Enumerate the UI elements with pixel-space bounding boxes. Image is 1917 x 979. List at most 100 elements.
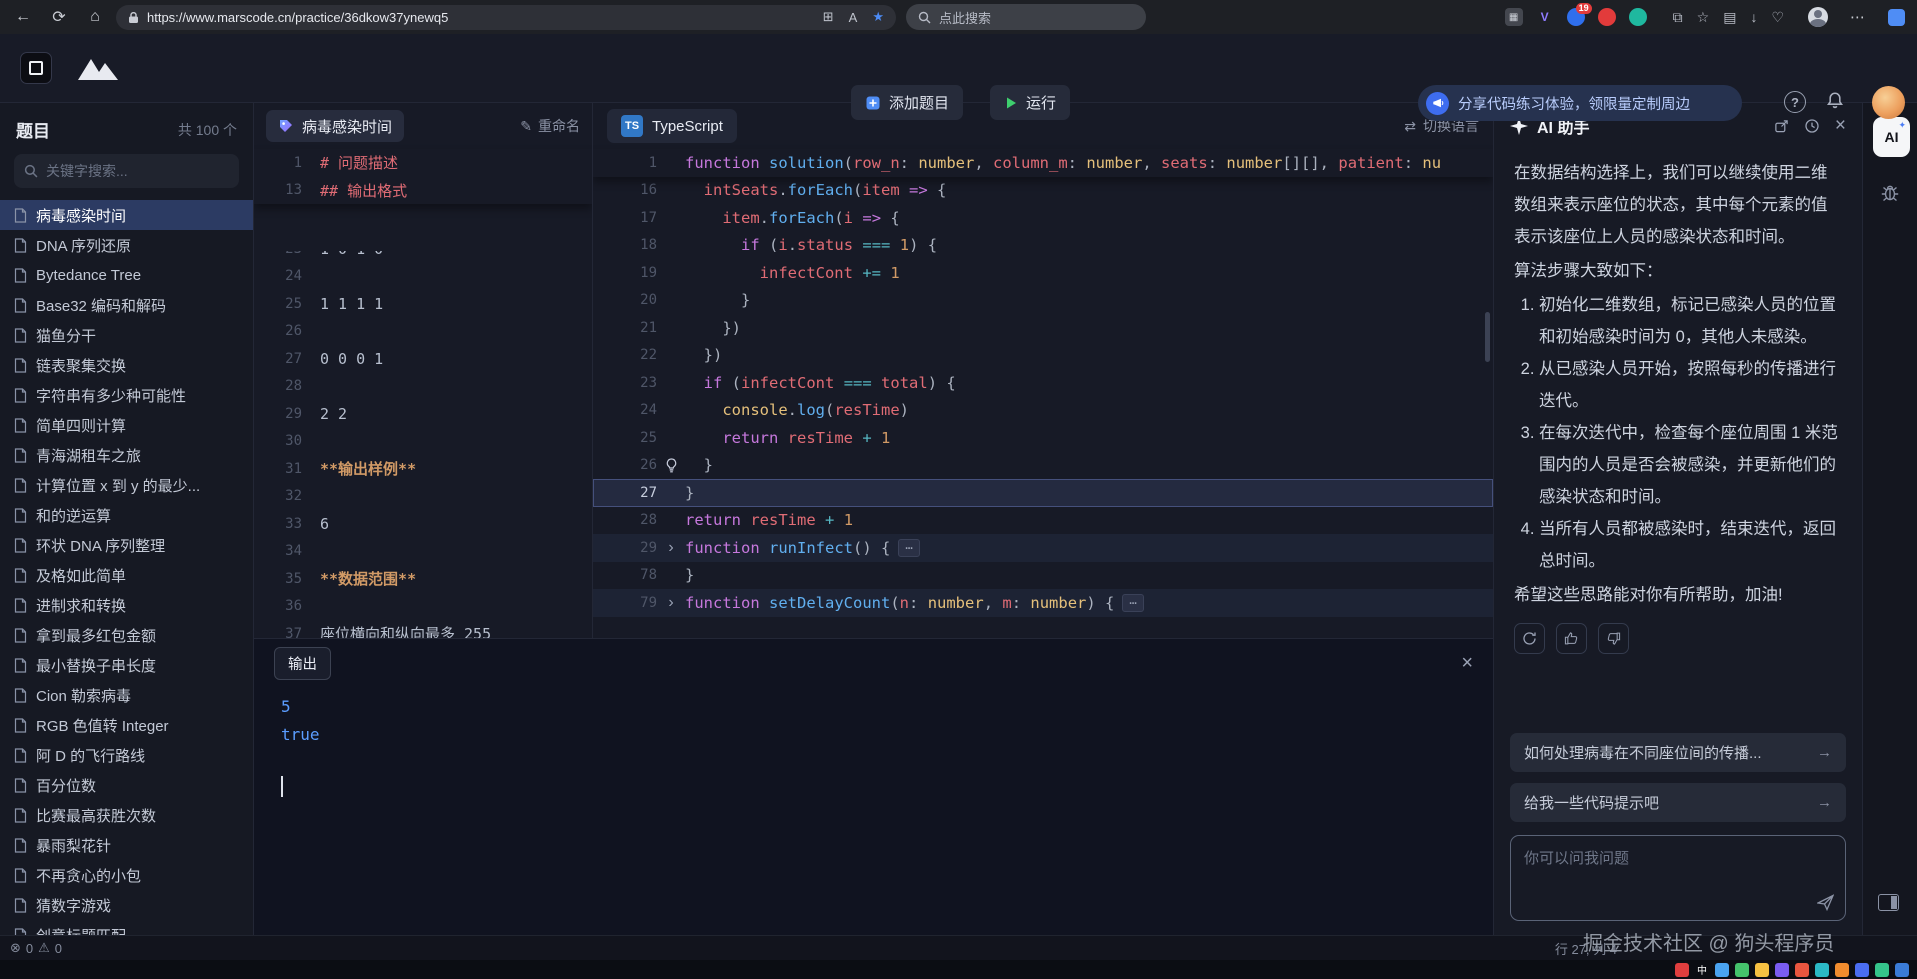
code-line[interactable]: 27} (593, 479, 1493, 507)
sidebar-item[interactable]: 百分位数 (0, 770, 253, 800)
sidebar-item[interactable]: 计算位置 x 到 y 的最少... (0, 470, 253, 500)
code-line[interactable]: 23 if (infectCont === total) { (593, 369, 1493, 397)
sidebar-item[interactable]: 创意标题匹配 (0, 920, 253, 935)
code-line[interactable]: 22 }) (593, 342, 1493, 370)
problem-title-chip[interactable]: 病毒感染时间 (266, 110, 404, 142)
code-line[interactable]: 21 }) (593, 314, 1493, 342)
sidebar-item[interactable]: 病毒感染时间 (0, 200, 253, 230)
thumbs-down-icon[interactable] (1598, 623, 1629, 654)
extension-tile-icon[interactable]: ▦ (1505, 8, 1523, 26)
tray-app-1[interactable] (1715, 963, 1729, 977)
problems-indicator[interactable]: ⊗ 0 ⚠ 0 (10, 940, 62, 956)
search-input[interactable]: 关键字搜索... (14, 154, 239, 188)
ai-suggestion-chip[interactable]: 给我一些代码提示吧→ (1510, 783, 1846, 822)
ai-suggestion-chip[interactable]: 如何处理病毒在不同座位间的传播...→ (1510, 733, 1846, 772)
sidebar-item[interactable]: Bytedance Tree (0, 260, 253, 290)
output-content[interactable]: 5true (254, 687, 1493, 797)
toggle-panel-icon[interactable] (1878, 894, 1899, 911)
sidebar-item[interactable]: 青海湖租车之旅 (0, 440, 253, 470)
read-aloud-icon[interactable]: A (849, 10, 858, 25)
tray-app-4[interactable] (1775, 963, 1789, 977)
tray-app-2[interactable] (1735, 963, 1749, 977)
refresh-icon[interactable]: ⟳ (48, 7, 70, 27)
sidebar-item[interactable]: Cion 勒索病毒 (0, 680, 253, 710)
promo-banner[interactable]: 分享代码练习体验，领限量定制周边 (1418, 85, 1742, 121)
regenerate-icon[interactable] (1514, 623, 1545, 654)
add-question-button[interactable]: 添加题目 (851, 85, 963, 120)
sidebar-item[interactable]: 猜数字游戏 (0, 890, 253, 920)
code-line[interactable]: 18 if (i.status === 1) { (593, 232, 1493, 260)
sidebar-item[interactable]: 不再贪心的小包 (0, 860, 253, 890)
export-chat-icon[interactable] (1774, 119, 1789, 134)
marscode-logo-icon[interactable] (76, 56, 122, 82)
sidebar-item[interactable]: 字符串有多少种可能性 (0, 380, 253, 410)
extension-badge-icon[interactable]: 19 (1567, 8, 1585, 26)
sidebar-item[interactable]: 进制求和转换 (0, 590, 253, 620)
run-button[interactable]: 运行 (990, 85, 1070, 120)
sidebar-item[interactable]: 环状 DNA 序列整理 (0, 530, 253, 560)
sidebar-item[interactable]: DNA 序列还原 (0, 230, 253, 260)
ai-assistant-button[interactable]: AI ✦ (1873, 117, 1910, 157)
sidebar-item[interactable]: 拿到最多红包金额 (0, 620, 253, 650)
tab-typescript[interactable]: TS TypeScript (607, 109, 737, 143)
code-line[interactable]: 20 } (593, 287, 1493, 315)
sidebar-item[interactable]: 阿 D 的飞行路线 (0, 740, 253, 770)
sidebar-item[interactable]: 最小替换子串长度 (0, 650, 253, 680)
apps-grid-icon[interactable]: ⊞ (823, 9, 834, 25)
tray-app-5[interactable] (1795, 963, 1809, 977)
tray-app-3[interactable] (1755, 963, 1769, 977)
problem-editor[interactable]: 231 0 1 024251 1 1 126270 0 0 128292 230… (254, 251, 592, 638)
favorite-star-icon[interactable]: ★ (872, 9, 884, 25)
extension-teal-icon[interactable] (1629, 8, 1647, 26)
ime-indicator[interactable]: 中 (1695, 963, 1709, 977)
sidebar-item[interactable]: 及格如此简单 (0, 560, 253, 590)
app-logo-icon[interactable] (20, 52, 52, 84)
split-screen-icon[interactable]: ⧉ (1673, 9, 1683, 26)
send-icon[interactable] (1817, 894, 1834, 911)
browser-profile-avatar[interactable] (1808, 7, 1828, 27)
sidebar-item[interactable]: Base32 编码和解码 (0, 290, 253, 320)
tray-app-6[interactable] (1815, 963, 1829, 977)
browser-sidebar-icon[interactable] (1888, 9, 1905, 26)
back-icon[interactable]: ← (12, 8, 34, 26)
help-icon[interactable]: ? (1784, 91, 1806, 113)
sidebar-item[interactable]: 链表聚集交换 (0, 350, 253, 380)
browser-menu-icon[interactable]: ⋯ (1850, 8, 1866, 26)
sidebar-item[interactable]: RGB 色值转 Integer (0, 710, 253, 740)
code-line[interactable]: 16 intSeats.forEach(item => { (593, 177, 1493, 205)
close-output-icon[interactable]: × (1461, 652, 1473, 675)
browser-essentials-icon[interactable]: ♡ (1771, 9, 1784, 26)
code-line[interactable]: 28return resTime + 1 (593, 507, 1493, 535)
scrollbar-thumb[interactable] (1485, 312, 1490, 362)
close-ai-icon[interactable]: × (1835, 115, 1846, 137)
sidebar-item[interactable]: 猫鱼分干 (0, 320, 253, 350)
tray-app-7[interactable] (1835, 963, 1849, 977)
sidebar-item[interactable]: 暴雨梨花针 (0, 830, 253, 860)
code-line[interactable]: 17 item.forEach(i => { (593, 204, 1493, 232)
debug-bug-icon[interactable] (1880, 183, 1900, 203)
tray-red-app[interactable] (1675, 963, 1689, 977)
code-line[interactable]: 25 return resTime + 1 (593, 424, 1493, 452)
history-icon[interactable] (1804, 118, 1820, 134)
rename-button[interactable]: ✎ 重命名 (520, 116, 580, 136)
downloads-icon[interactable]: ↓ (1750, 9, 1757, 25)
code-line[interactable]: 19 infectCont += 1 (593, 259, 1493, 287)
sidebar-item[interactable]: 简单四则计算 (0, 410, 253, 440)
notifications-icon[interactable] (1826, 91, 1844, 110)
extension-red-icon[interactable] (1598, 8, 1616, 26)
home-icon[interactable]: ⌂ (84, 8, 106, 26)
code-line[interactable]: 26 } (593, 452, 1493, 480)
collections-icon[interactable]: ▤ (1723, 9, 1736, 26)
code-line[interactable]: 78} (593, 562, 1493, 590)
code-line[interactable]: 1function solution(row_n: number, column… (593, 149, 1493, 177)
lightbulb-icon[interactable] (657, 458, 685, 473)
fold-icon[interactable]: › (657, 594, 685, 612)
ai-input[interactable]: 你可以问我问题 (1510, 835, 1846, 921)
tray-app-10[interactable] (1895, 963, 1909, 977)
output-tab[interactable]: 输出 (274, 647, 331, 680)
fold-icon[interactable]: › (657, 539, 685, 557)
tray-app-9[interactable] (1875, 963, 1889, 977)
sidebar-item[interactable]: 比赛最高获胜次数 (0, 800, 253, 830)
user-avatar[interactable] (1872, 86, 1905, 119)
favorites-bar-icon[interactable]: ☆ (1697, 9, 1710, 26)
